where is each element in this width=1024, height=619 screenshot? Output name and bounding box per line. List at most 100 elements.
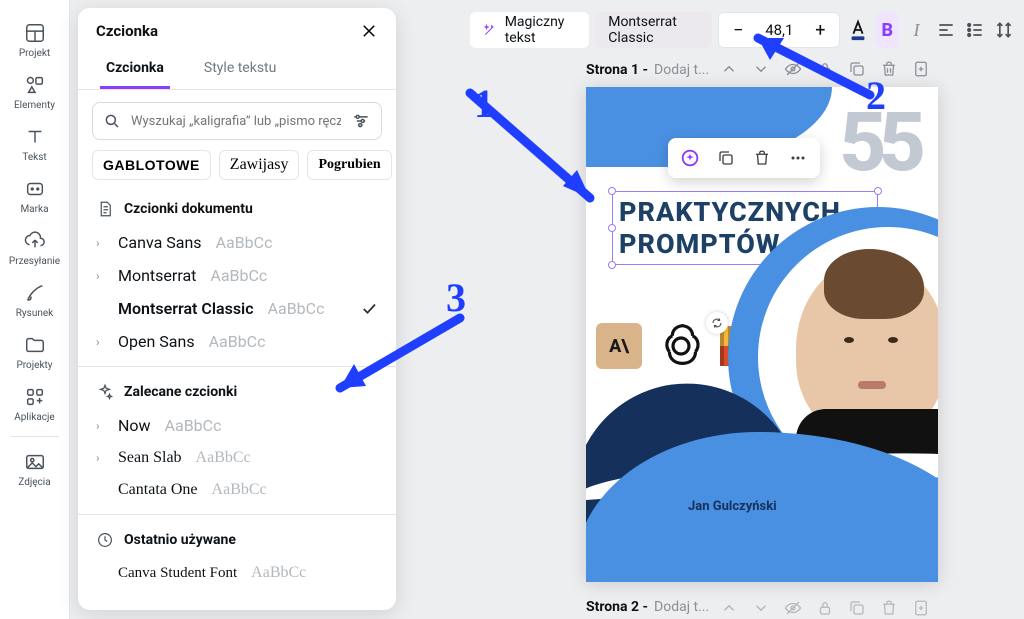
rail-separator	[10, 436, 59, 437]
rail-projekty[interactable]: Projekty	[0, 326, 69, 378]
chip-zawijasy[interactable]: Zawijasy	[219, 150, 300, 180]
font-canva-sans[interactable]: › Canva Sans AaBbCc	[78, 226, 396, 259]
copy-icon	[717, 149, 735, 167]
list-button[interactable]	[963, 12, 986, 48]
section-title-recent: Ostatnio używane	[124, 532, 236, 548]
chevron-down-icon[interactable]	[752, 60, 770, 78]
font-montserrat[interactable]: › Montserrat AaBbCc	[78, 259, 396, 292]
filter-icon[interactable]	[351, 111, 371, 131]
chip-pogrubione[interactable]: Pogrubien	[307, 150, 391, 180]
context-toolbar	[668, 138, 820, 178]
check-icon	[360, 300, 378, 318]
hide-icon[interactable]	[784, 599, 802, 617]
rail-rysunek[interactable]: Rysunek	[0, 274, 69, 326]
italic-button[interactable]: I	[905, 12, 928, 48]
annotation-num-3: 3	[446, 274, 466, 321]
font-canva-student[interactable]: Canva Student Font AaBbCc	[78, 557, 396, 589]
ai-button[interactable]	[674, 142, 706, 174]
font-montserrat-classic[interactable]: Montserrat Classic AaBbCc	[78, 292, 396, 325]
refresh-icon[interactable]	[706, 312, 728, 334]
font-name: Cantata One	[118, 481, 198, 499]
add-page-icon[interactable]	[912, 60, 930, 78]
size-minus[interactable]: −	[725, 13, 751, 47]
magic-text-button[interactable]: Magiczny tekst	[470, 12, 589, 48]
clock-icon	[96, 531, 114, 549]
page-num: Strona 1 -	[586, 62, 648, 78]
layout-icon	[24, 22, 46, 44]
panel-tabs: Czcionka Style tekstu	[78, 52, 396, 90]
rail-tekst[interactable]: Tekst	[0, 118, 69, 170]
rail-aplikacje[interactable]: Aplikacje	[0, 378, 69, 430]
page-num: Strona 2 -	[586, 599, 648, 615]
tab-style[interactable]: Style tekstu	[198, 52, 282, 89]
duplicate-icon[interactable]	[848, 60, 866, 78]
selection-handle[interactable]	[608, 187, 616, 195]
text-toolbar: Magiczny tekst Montserrat Classic − 48,1…	[420, 8, 1016, 52]
text-icon	[24, 126, 46, 148]
rail-elementy[interactable]: Elementy	[0, 66, 69, 118]
search-icon	[103, 112, 121, 130]
page2-label[interactable]: Strona 2 - Dodaj t...	[586, 599, 709, 615]
style-chips: GABLOTOWE Zawijasy Pogrubien	[78, 150, 396, 190]
font-name: Sean Slab	[118, 449, 182, 467]
align-button[interactable]	[934, 12, 957, 48]
font-name: Canva Sans	[118, 233, 202, 252]
tab-czcionka[interactable]: Czcionka	[100, 52, 170, 89]
rail-projekt[interactable]: Projekt	[0, 14, 69, 66]
trash-icon[interactable]	[880, 599, 898, 617]
selection-handle[interactable]	[874, 187, 882, 195]
hide-icon[interactable]	[784, 60, 802, 78]
logo-anthropic: A\	[596, 323, 642, 369]
trash-icon	[753, 149, 771, 167]
chevron-right-icon: ›	[96, 419, 108, 433]
rail-marka[interactable]: Marka	[0, 170, 69, 222]
close-icon[interactable]	[360, 22, 378, 40]
page2-actions	[720, 599, 930, 617]
rail-label: Rysunek	[16, 308, 53, 319]
duplicate-button[interactable]	[710, 142, 742, 174]
font-family-button[interactable]: Montserrat Classic	[595, 12, 712, 48]
more-button[interactable]	[782, 142, 814, 174]
search-field[interactable]	[92, 102, 382, 140]
selection-handle[interactable]	[608, 224, 616, 232]
font-size-value[interactable]: 48,1	[759, 21, 799, 39]
trash-icon[interactable]	[880, 60, 898, 78]
wand-icon	[483, 21, 497, 39]
photos-icon	[24, 451, 46, 473]
chevron-down-icon[interactable]	[752, 599, 770, 617]
search-input[interactable]	[129, 113, 343, 130]
rail-label: Marka	[20, 204, 48, 215]
chevron-up-icon[interactable]	[720, 599, 738, 617]
lock-icon[interactable]	[816, 599, 834, 617]
chevron-up-icon[interactable]	[720, 60, 738, 78]
elements-icon	[24, 74, 46, 96]
size-plus[interactable]: +	[807, 13, 833, 47]
page1-label[interactable]: Strona 1 - Dodaj t...	[586, 62, 709, 78]
chip-gablotowe[interactable]: GABLOTOWE	[92, 150, 211, 180]
font-open-sans[interactable]: › Open Sans AaBbCc	[78, 325, 396, 358]
bold-button[interactable]: B	[876, 12, 899, 48]
add-page-icon[interactable]	[912, 599, 930, 617]
text-color-button[interactable]	[846, 12, 869, 48]
selection-handle[interactable]	[608, 261, 616, 269]
spacing-button[interactable]	[993, 12, 1016, 48]
brand-icon	[24, 178, 46, 200]
list-icon	[965, 20, 985, 40]
font-cantata-one[interactable]: Cantata One AaBbCc	[78, 474, 396, 506]
rail-przesylanie[interactable]: Przesyłanie	[0, 222, 69, 274]
font-sean-slab[interactable]: › Sean Slab AaBbCc	[78, 442, 396, 474]
page-add-title: Dodaj t...	[654, 62, 709, 78]
chevron-right-icon: ›	[96, 451, 108, 465]
more-icon	[788, 148, 808, 168]
font-sample: AaBbCc	[268, 299, 325, 318]
text-color-icon	[847, 18, 869, 42]
duplicate-icon[interactable]	[848, 599, 866, 617]
rail-zdjecia[interactable]: Zdjęcia	[0, 443, 69, 495]
delete-button[interactable]	[746, 142, 778, 174]
chevron-right-icon: ›	[96, 269, 108, 283]
rail-label: Projekty	[16, 360, 52, 371]
rail-label: Elementy	[14, 100, 55, 111]
lock-icon[interactable]	[816, 60, 834, 78]
font-name: Canva Student Font	[118, 565, 237, 582]
font-now[interactable]: › Now AaBbCc	[78, 409, 396, 442]
